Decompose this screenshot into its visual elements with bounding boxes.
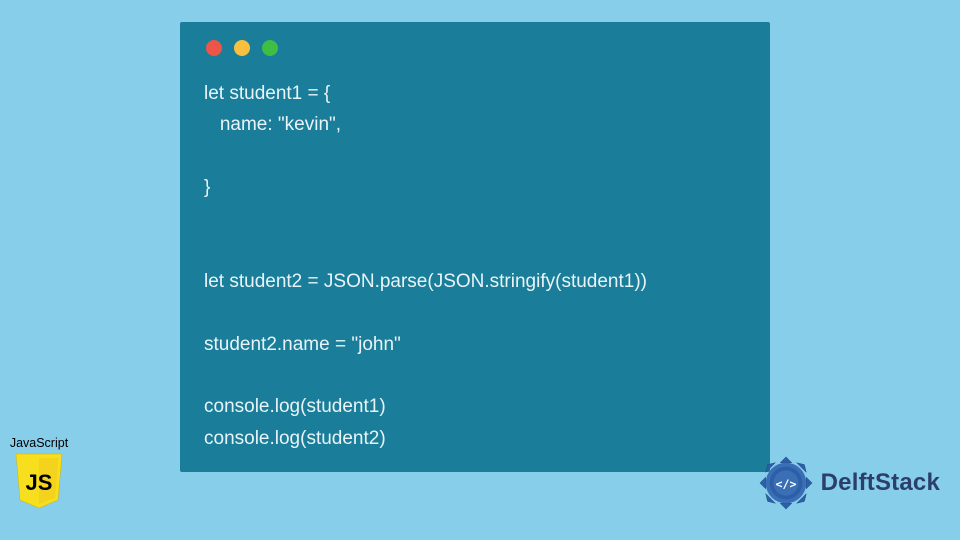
javascript-badge: JavaScript JS (6, 436, 72, 510)
window-traffic-lights (206, 40, 746, 56)
delftstack-brand-text: DelftStack (821, 469, 940, 497)
code-block: let student1 = { name: "kevin", } let st… (204, 78, 746, 454)
close-icon (206, 40, 222, 56)
maximize-icon (262, 40, 278, 56)
js-logo-text: JS (26, 470, 53, 495)
minimize-icon (234, 40, 250, 56)
javascript-label: JavaScript (6, 436, 72, 450)
code-window: let student1 = { name: "kevin", } let st… (180, 22, 770, 472)
delftstack-gear-icon: </> (757, 454, 815, 512)
svg-text:</>: </> (775, 477, 796, 491)
delftstack-logo: </> DelftStack (757, 454, 940, 512)
javascript-logo-icon: JS (14, 452, 64, 510)
